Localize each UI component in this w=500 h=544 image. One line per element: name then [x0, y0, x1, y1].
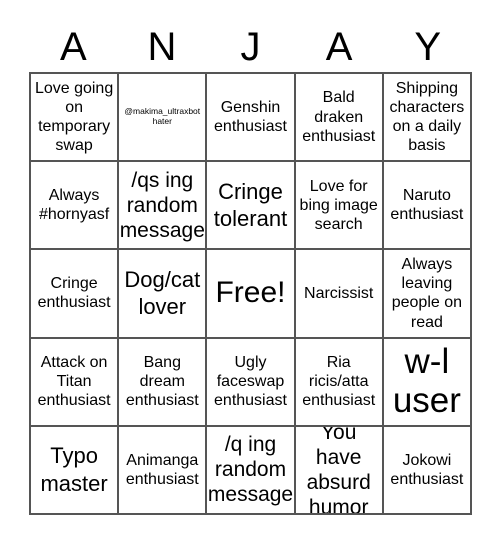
bingo-cell[interactable]: Attack on Titan enthusiast [30, 337, 119, 426]
bingo-cell[interactable]: Ugly faceswap enthusiast [206, 337, 295, 426]
bingo-cell[interactable]: Always leaving people on read [382, 249, 471, 338]
bingo-cell[interactable]: Jokowi enthusiast [382, 425, 471, 514]
title-letter: Y [414, 25, 442, 69]
title-letter: A [59, 25, 87, 69]
bingo-cell[interactable]: /q ing random message [206, 425, 295, 514]
bingo-grid: Love going on temporary swap @makima_ult… [29, 72, 472, 515]
bingo-cell[interactable]: Always #hornyasf [30, 161, 119, 250]
bingo-cell[interactable]: /qs ing random message [118, 161, 207, 250]
title-letter: A [325, 25, 353, 69]
bingo-title: A N J A Y [29, 22, 472, 72]
bingo-cell[interactable]: Ria ricis/atta enthusiast [294, 337, 383, 426]
bingo-cell[interactable]: Bald draken enthusiast [294, 73, 383, 162]
bingo-cell[interactable]: Cringe enthusiast [30, 249, 119, 338]
bingo-cell[interactable]: Bang dream enthusiast [118, 337, 207, 426]
bingo-cell[interactable]: Naruto enthusiast [382, 161, 471, 250]
bingo-cell[interactable]: Shipping characters on a daily basis [382, 73, 471, 162]
bingo-cell[interactable]: Love for bing image search [294, 161, 383, 250]
title-letter: N [147, 25, 177, 69]
bingo-cell[interactable]: @makima_ultraxbot hater [118, 73, 207, 162]
bingo-cell[interactable]: w-l user [382, 337, 471, 426]
bingo-cell[interactable]: Love going on temporary swap [30, 73, 119, 162]
bingo-cell[interactable]: Genshin enthusiast [206, 73, 295, 162]
bingo-cell[interactable]: Cringe tolerant [206, 161, 295, 250]
bingo-cell[interactable]: Animanga enthusiast [118, 425, 207, 514]
free-space[interactable]: Free! [206, 249, 295, 338]
bingo-cell[interactable]: Dog/cat lover [118, 249, 207, 338]
title-letter: J [240, 25, 261, 69]
bingo-cell[interactable]: Narcissist [294, 249, 383, 338]
bingo-cell[interactable]: Typo master [30, 425, 119, 514]
bingo-cell[interactable]: You have absurd humor [294, 425, 383, 514]
